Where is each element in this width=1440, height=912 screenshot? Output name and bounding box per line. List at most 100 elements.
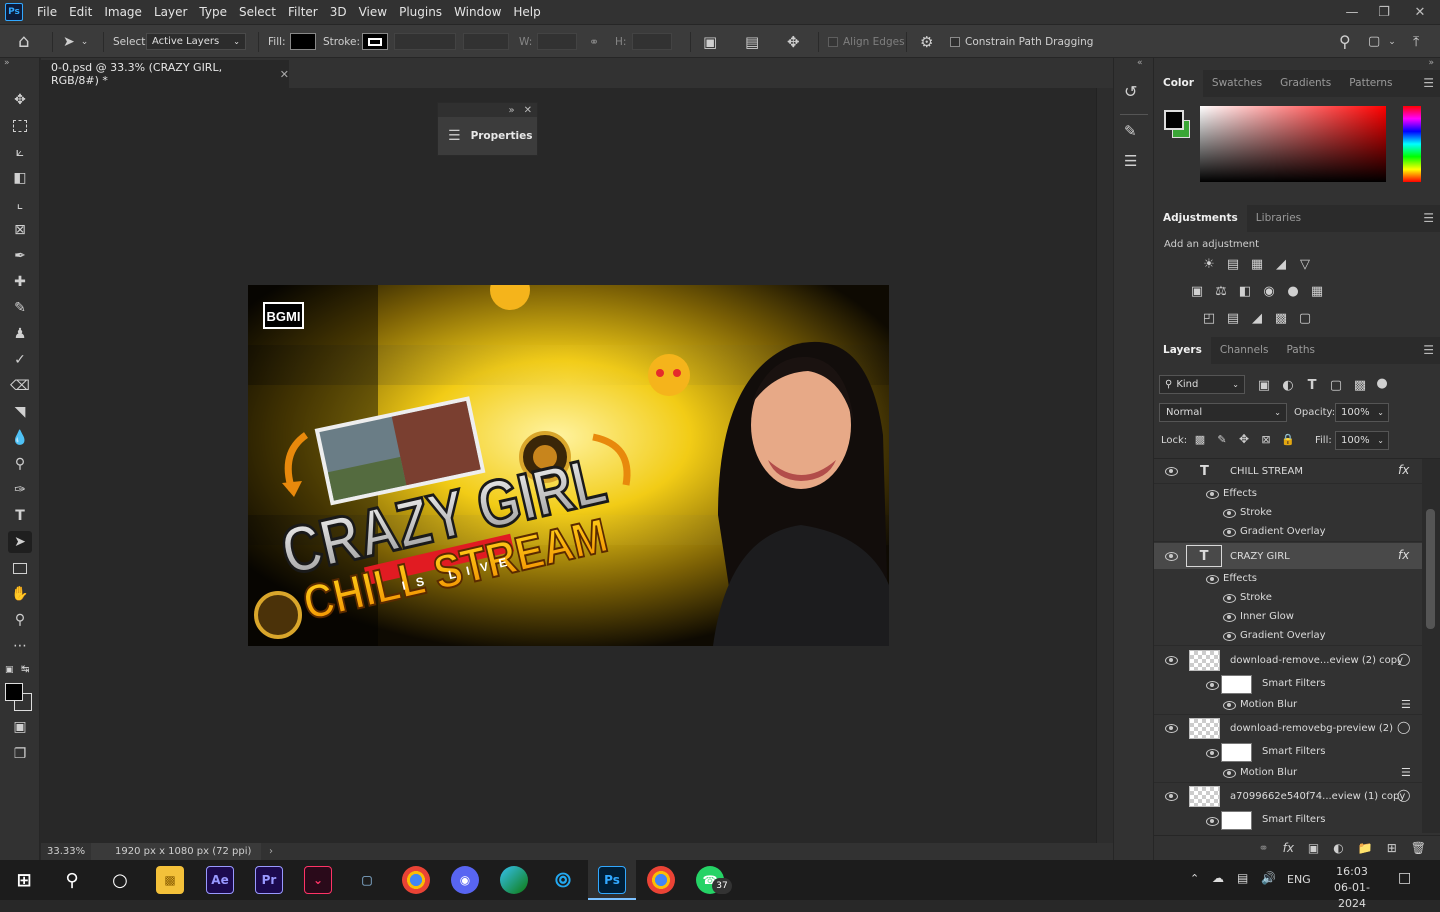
smart-filters-row[interactable]: Smart Filters	[1154, 673, 1422, 695]
tab-libraries[interactable]: Libraries	[1247, 205, 1310, 232]
vscode-icon[interactable]: ⦾	[549, 866, 577, 894]
exposure-icon[interactable]: ◢	[1273, 257, 1289, 272]
document-info[interactable]: 1920 px x 1080 px (72 ppi)	[91, 843, 261, 860]
link-icon[interactable]: ⚭	[589, 25, 599, 58]
effect-row[interactable]: Gradient Overlay	[1154, 626, 1422, 646]
foreground-color-swatch[interactable]	[5, 683, 23, 701]
layer-row[interactable]: T CHILL STREAM fx	[1154, 459, 1422, 484]
zoom-tool-icon[interactable]: ⚲	[8, 609, 32, 631]
invert-icon[interactable]: ◰	[1201, 311, 1217, 326]
filter-shape-icon[interactable]: ▢	[1328, 378, 1344, 393]
collapse-panels-icon[interactable]: »	[1428, 58, 1434, 68]
lasso-tool-icon[interactable]: ⟀	[8, 141, 32, 163]
posterize-icon[interactable]: ▤	[1225, 311, 1241, 326]
gear-icon[interactable]: ⚙	[920, 25, 933, 58]
notepad-icon[interactable]: ▢	[353, 866, 381, 894]
filter-options-icon[interactable]: ☰	[1401, 766, 1411, 779]
smart-filter-icon[interactable]: ◯	[1397, 720, 1410, 734]
menu-filter[interactable]: Filter	[282, 0, 324, 24]
filter-smart-object-icon[interactable]: ▩	[1352, 378, 1368, 393]
visibility-eye-icon[interactable]	[1222, 527, 1236, 537]
visibility-eye-icon[interactable]	[1205, 816, 1219, 826]
visibility-eye-icon[interactable]	[1222, 612, 1236, 622]
visibility-eye-icon[interactable]	[1205, 748, 1219, 758]
color-picker-field[interactable]	[1200, 106, 1386, 182]
chrome-icon[interactable]	[402, 866, 430, 894]
filter-toggle-icon[interactable]: ●	[1374, 376, 1390, 391]
visibility-eye-icon[interactable]	[1164, 791, 1178, 801]
file-explorer-icon[interactable]: ▩	[156, 866, 184, 894]
screen-mode-icon[interactable]: ❐	[8, 743, 32, 765]
frame-tool-icon[interactable]: ⊠	[8, 219, 32, 241]
tab-adjustments[interactable]: Adjustments	[1154, 205, 1247, 232]
brightness-contrast-icon[interactable]: ☀	[1201, 257, 1217, 272]
healing-brush-tool-icon[interactable]: ✚	[8, 271, 32, 293]
properties-panel-collapsed[interactable]: » ✕ ☰ Properties	[437, 102, 538, 156]
search-icon[interactable]: ⚲	[1339, 25, 1351, 58]
visibility-eye-icon[interactable]	[1164, 466, 1178, 476]
paint-bucket-tool-icon[interactable]: ◥	[8, 401, 32, 423]
color-foreground-swatch[interactable]	[1164, 110, 1184, 130]
filter-pixel-icon[interactable]: ▣	[1256, 378, 1272, 393]
fx-icon[interactable]: fx	[1398, 548, 1409, 562]
delete-layer-icon[interactable]: 🗑	[1411, 841, 1426, 855]
opacity-field[interactable]: 100% ⌄	[1335, 403, 1389, 422]
pen-tool-icon[interactable]: ✑	[8, 479, 32, 501]
visibility-eye-icon[interactable]	[1164, 655, 1178, 665]
height-field[interactable]	[632, 33, 672, 50]
link-layers-icon[interactable]: ⚭	[1259, 841, 1269, 855]
object-selection-tool-icon[interactable]: ◧	[8, 167, 32, 189]
hue-slider[interactable]	[1403, 106, 1421, 182]
onedrive-icon[interactable]: ☁	[1212, 871, 1224, 885]
visibility-eye-icon[interactable]	[1222, 508, 1236, 518]
type-tool-icon[interactable]: T	[8, 505, 32, 527]
constrain-path-checkbox[interactable]	[950, 36, 960, 47]
notifications-icon[interactable]: □	[1398, 870, 1411, 886]
smart-filters-row[interactable]: Smart Filters	[1154, 741, 1422, 763]
edge-icon[interactable]	[500, 866, 528, 894]
blend-mode-dropdown[interactable]: Normal ⌄	[1159, 403, 1287, 422]
filter-row[interactable]: Motion Blur ☰	[1154, 695, 1422, 715]
tab-gradients[interactable]: Gradients	[1271, 70, 1340, 97]
menu-view[interactable]: View	[353, 0, 393, 24]
vibrance-icon[interactable]: ▽	[1297, 257, 1313, 272]
dodge-tool-icon[interactable]: ⚲	[8, 453, 32, 475]
new-group-icon[interactable]: 📁	[1358, 841, 1373, 855]
menu-help[interactable]: Help	[507, 0, 546, 24]
path-alignment-icon[interactable]: ▤	[745, 25, 759, 58]
collapse-tools-icon[interactable]: »	[4, 58, 10, 68]
new-adjustment-icon[interactable]: ◐	[1333, 841, 1343, 855]
tab-color[interactable]: Color	[1154, 70, 1203, 97]
effect-row[interactable]: Gradient Overlay	[1154, 522, 1422, 542]
tab-layers[interactable]: Layers	[1154, 337, 1211, 364]
curves-icon[interactable]: ▦	[1249, 257, 1265, 272]
tray-chevron-icon[interactable]: ⌃	[1190, 872, 1199, 885]
lock-all-icon[interactable]: 🔒	[1280, 432, 1296, 446]
brush-settings-icon[interactable]: ✎	[1124, 122, 1137, 140]
document-tab[interactable]: 0-0.psd @ 33.3% (CRAZY GIRL, RGB/8#) * ✕	[41, 60, 289, 88]
menu-layer[interactable]: Layer	[148, 0, 193, 24]
adjustments-panel-menu-icon[interactable]: ☰	[1423, 211, 1434, 225]
menu-file[interactable]: File	[31, 0, 63, 24]
channel-mixer-icon[interactable]: ●	[1285, 284, 1301, 299]
path-arrangement-icon[interactable]: ✥	[787, 25, 800, 58]
expand-panel-icon[interactable]: »	[508, 105, 514, 116]
add-style-icon[interactable]: fx	[1283, 841, 1294, 855]
align-edges-checkbox[interactable]	[828, 36, 838, 47]
visibility-eye-icon[interactable]	[1222, 700, 1236, 710]
filter-options-icon[interactable]: ☰	[1401, 698, 1411, 711]
layer-row[interactable]: download-removebg-preview (2) ◯	[1154, 715, 1422, 741]
visibility-eye-icon[interactable]	[1222, 593, 1236, 603]
share-icon[interactable]: ⤒	[1413, 25, 1419, 58]
visibility-eye-icon[interactable]	[1205, 489, 1219, 499]
stroke-type-dropdown[interactable]	[463, 33, 509, 50]
home-icon[interactable]: ⌂	[18, 25, 29, 58]
path-selection-preset-icon[interactable]: ➤ ⌄	[63, 25, 88, 58]
layers-scrollbar[interactable]	[1422, 459, 1440, 833]
canvas-vertical-scrollbar[interactable]	[1096, 88, 1113, 843]
threshold-icon[interactable]: ◢	[1249, 311, 1265, 326]
default-colors-icon[interactable]: ▣	[5, 665, 14, 675]
color-panel-menu-icon[interactable]: ☰	[1423, 76, 1434, 90]
layer-row-selected[interactable]: T CRAZY GIRL fx	[1154, 543, 1422, 569]
layers-scroll-thumb[interactable]	[1426, 509, 1435, 629]
